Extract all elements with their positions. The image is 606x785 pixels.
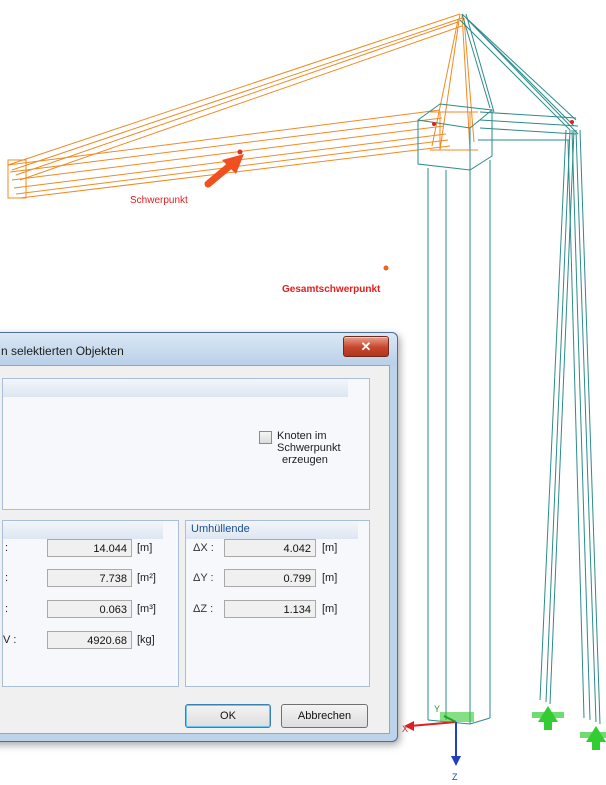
support-icon	[580, 726, 606, 750]
envelope-panel: Umhüllende ΔX : 4.042 [m] ΔY : 0.799 [m]…	[185, 520, 370, 687]
node-point	[570, 120, 574, 124]
area-value-field[interactable]: 7.738	[47, 569, 132, 587]
checkbox-label-line1: Knoten im Schwerpunkt	[277, 430, 341, 454]
center-of-gravity-dialog: n selektierten Objekten ✕ Knoten im Schw…	[0, 332, 398, 742]
total-center-of-gravity-point	[383, 265, 389, 271]
row-label: :	[5, 542, 9, 554]
axis-y-label: Y	[434, 704, 440, 714]
delta-z-unit: [m]	[322, 603, 338, 615]
delta-y-unit: [m]	[322, 572, 338, 584]
axis-x-label: X	[402, 724, 408, 734]
delta-x-label: ΔX :	[193, 542, 214, 554]
jib-member-selected[interactable]	[7, 13, 478, 199]
node-point	[432, 122, 436, 126]
delta-x-unit: [m]	[322, 542, 338, 554]
dialog-titlebar[interactable]: n selektierten Objekten ✕	[0, 333, 397, 365]
delta-z-label: ΔZ :	[193, 603, 214, 615]
area-unit: [m²]	[137, 572, 156, 584]
row-label: :	[5, 603, 9, 615]
label-schwerpunkt: Schwerpunkt	[130, 195, 188, 206]
delta-z-field[interactable]: 1.134	[224, 600, 316, 618]
close-button[interactable]: ✕	[343, 336, 389, 357]
delta-x-field[interactable]: 4.042	[224, 539, 316, 557]
weight-unit: [kg]	[137, 634, 155, 646]
center-of-gravity-panel: : 14.044 [m] : 7.738 [m²] : 0.063 [m³] V…	[2, 520, 179, 687]
delta-y-label: ΔY :	[193, 572, 214, 584]
row-label: :	[5, 572, 9, 584]
length-unit: [m]	[137, 542, 153, 554]
panel-header	[3, 521, 163, 539]
dialog-client-area: Knoten im Schwerpunkt erzeugen : 14.044 …	[0, 365, 390, 734]
weight-label: V :	[3, 634, 17, 646]
panel-header	[3, 379, 348, 397]
label-gesamtschwerpunkt: Gesamtschwerpunkt	[282, 284, 381, 295]
axis-z-label: Z	[452, 772, 458, 782]
envelope-title: Umhüllende	[191, 523, 250, 535]
weight-value-field[interactable]: 4920.68	[47, 631, 132, 649]
volume-value-field[interactable]: 0.063	[47, 600, 132, 618]
close-icon: ✕	[360, 339, 372, 354]
dialog-title: n selektierten Objekten	[1, 344, 124, 358]
checkbox-label-line2: erzeugen	[282, 454, 328, 466]
delta-y-field[interactable]: 0.799	[224, 569, 316, 587]
cancel-button[interactable]: Abbrechen	[281, 704, 368, 728]
length-value-field[interactable]: 14.044	[47, 539, 132, 557]
support-icon	[532, 706, 564, 730]
volume-unit: [m³]	[137, 603, 156, 615]
center-of-gravity-point	[237, 149, 243, 155]
options-panel: Knoten im Schwerpunkt erzeugen	[2, 378, 370, 510]
create-node-checkbox-label: Knoten im Schwerpunkt erzeugen	[277, 430, 369, 466]
create-node-checkbox[interactable]	[259, 431, 272, 444]
ok-button[interactable]: OK	[185, 704, 271, 728]
